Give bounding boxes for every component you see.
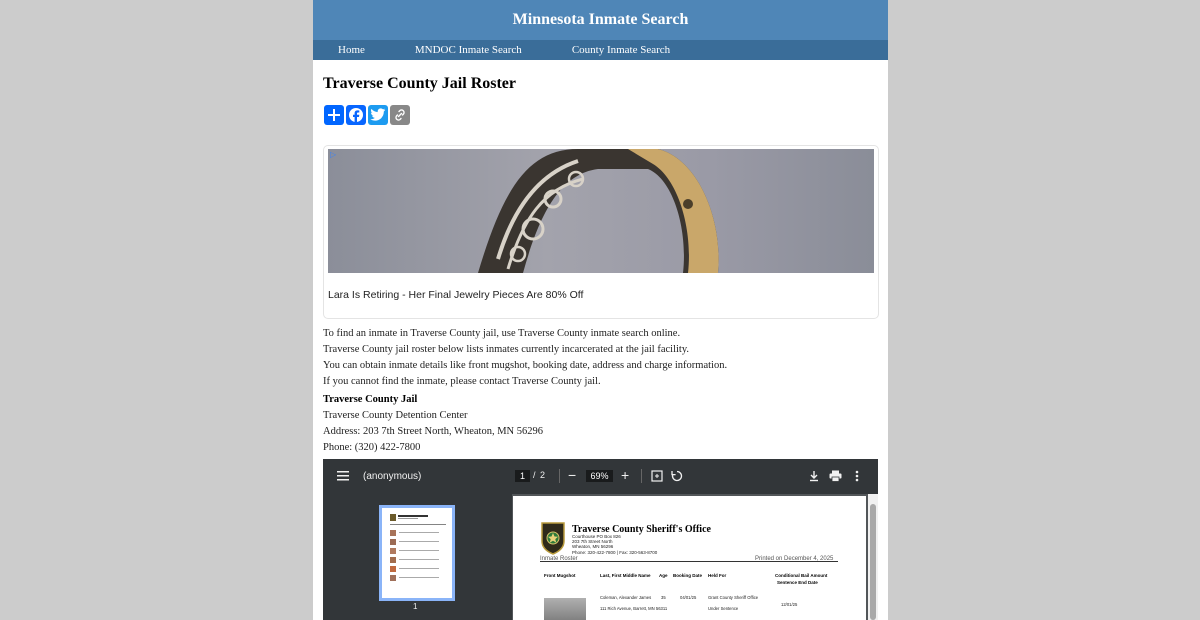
inmate-mugshot <box>544 598 586 620</box>
pdf-toolbar: (anonymous) 1 / 2 − 69% + <box>323 459 878 494</box>
pdf-thumbnail-sidebar: 1 <box>323 494 512 620</box>
sheriff-badge-logo <box>541 522 565 555</box>
page-thumbnail[interactable] <box>379 505 455 601</box>
row-age: 35 <box>661 595 666 600</box>
share-plus-button[interactable] <box>324 105 344 125</box>
scrollbar-thumb[interactable] <box>870 504 876 620</box>
toolbar-divider <box>559 469 560 483</box>
col-bail-amount: Conditional Bail Amount <box>775 573 828 578</box>
zoom-out-button[interactable]: − <box>568 467 576 483</box>
col-sentence-end-date: Sentence End Date <box>777 580 818 585</box>
share-twitter-button[interactable] <box>368 105 388 125</box>
row-name: Coleman, Alexander James <box>600 595 652 600</box>
page: Minnesota Inmate Search Home MNDOC Inmat… <box>313 0 888 620</box>
advertisement[interactable]: ▷ Lara Is Retiring - Her Final Jewelry P… <box>323 145 879 319</box>
site-title[interactable]: Minnesota Inmate Search <box>313 0 888 40</box>
intro-line: Traverse County jail roster below lists … <box>323 344 690 355</box>
jewelry-ring-image <box>478 149 719 273</box>
share-copy-link-button[interactable] <box>390 105 410 125</box>
print-icon[interactable] <box>829 470 842 482</box>
row-address: 111 Rich Avenue, Barrett, MN 56311 <box>600 606 668 611</box>
twitter-icon <box>370 108 386 121</box>
row-booking-date: 04/01/25 <box>680 595 697 600</box>
ad-choices-icon[interactable]: ▷ <box>330 150 336 159</box>
col-name: Last, First Middle Name <box>600 573 651 578</box>
download-icon[interactable] <box>808 470 820 482</box>
share-facebook-button[interactable] <box>346 105 366 125</box>
zoom-level-input[interactable]: 69% <box>586 470 613 482</box>
pdf-file-title: (anonymous) <box>363 471 422 482</box>
row-status: Under Sentence <box>708 606 739 611</box>
toolbar-divider <box>641 469 642 483</box>
intro-text: To find an inmate in Traverse County jai… <box>323 326 727 390</box>
row-end-date: 12/01/25 <box>781 602 798 607</box>
page-separator: / <box>533 470 536 480</box>
jail-address: Address: 203 7th Street North, Wheaton, … <box>323 426 543 437</box>
intro-line: You can obtain inmate details like front… <box>323 360 728 371</box>
col-held-for: Held For <box>708 573 727 578</box>
rotate-icon[interactable] <box>671 470 683 482</box>
intro-line: To find an inmate in Traverse County jai… <box>323 328 681 339</box>
ad-image[interactable]: ▷ <box>328 149 874 273</box>
jail-phone: Phone: (320) 422-7800 <box>323 442 421 453</box>
jail-facility: Traverse County Detention Center <box>323 410 468 421</box>
plus-icon <box>328 109 340 121</box>
jail-name: Traverse County Jail <box>323 394 418 405</box>
nav-county-inmate-search[interactable]: County Inmate Search <box>572 44 670 56</box>
main-nav: Home MNDOC Inmate Search County Inmate S… <box>313 40 888 60</box>
more-options-icon[interactable] <box>855 470 859 482</box>
share-bar <box>324 105 410 125</box>
nav-home[interactable]: Home <box>338 44 365 56</box>
fit-page-icon[interactable] <box>651 470 663 482</box>
pdf-scrollbar[interactable] <box>868 494 878 620</box>
col-age: Age <box>659 573 668 578</box>
page-title: Traverse County Jail Roster <box>323 75 516 92</box>
page-number-input[interactable]: 1 <box>515 470 530 482</box>
intro-line: If you cannot find the inmate, please co… <box>323 376 601 387</box>
office-address-line: Phone: 320-422-7800 | Fax: 320-563-8700 <box>572 549 658 555</box>
col-front-mugshot: Front Mugshot <box>544 573 576 578</box>
office-address: Courthouse PO Box 826 203 7th Street Nor… <box>572 534 657 555</box>
zoom-in-button[interactable]: + <box>621 467 629 483</box>
menu-icon[interactable] <box>337 471 349 481</box>
thumbnail-page-number: 1 <box>413 602 418 611</box>
col-booking-date: Booking Date <box>673 573 703 578</box>
pdf-page: Traverse County Sheriff's Office Courtho… <box>513 496 866 620</box>
facebook-icon <box>349 108 363 123</box>
ad-headline[interactable]: Lara Is Retiring - Her Final Jewelry Pie… <box>328 289 583 301</box>
pdf-viewer[interactable]: (anonymous) 1 / 2 − 69% + 1 Traverse Cou… <box>323 459 878 620</box>
total-pages: 2 <box>540 470 546 480</box>
row-held-for: Grant County Sheriff Office <box>708 595 759 600</box>
nav-mndoc-inmate-search[interactable]: MNDOC Inmate Search <box>415 44 522 56</box>
jail-info: Traverse County Jail Traverse County Det… <box>323 392 543 456</box>
thumbnail-preview <box>390 514 446 581</box>
copy-link-icon <box>395 109 405 121</box>
header-rule <box>540 561 838 562</box>
